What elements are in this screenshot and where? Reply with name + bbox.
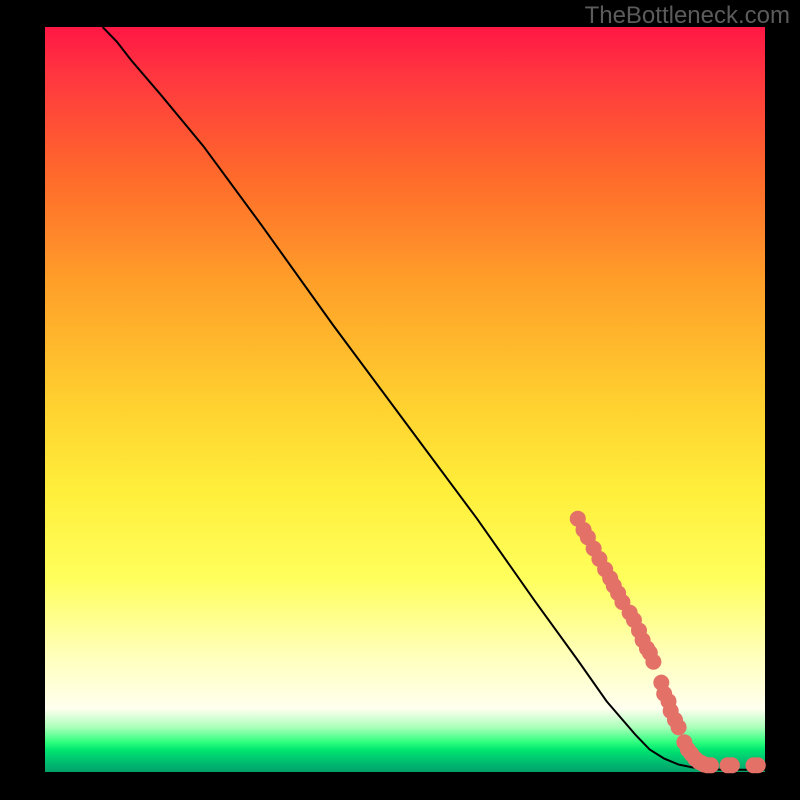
data-points-group bbox=[570, 511, 766, 774]
chart-svg-layer bbox=[45, 27, 765, 772]
data-point bbox=[703, 757, 719, 773]
bottleneck-curve bbox=[103, 27, 765, 770]
data-point bbox=[750, 757, 766, 773]
data-point bbox=[645, 654, 661, 670]
data-point bbox=[671, 719, 687, 735]
data-point bbox=[724, 757, 740, 773]
watermark-text: TheBottleneck.com bbox=[585, 2, 790, 30]
